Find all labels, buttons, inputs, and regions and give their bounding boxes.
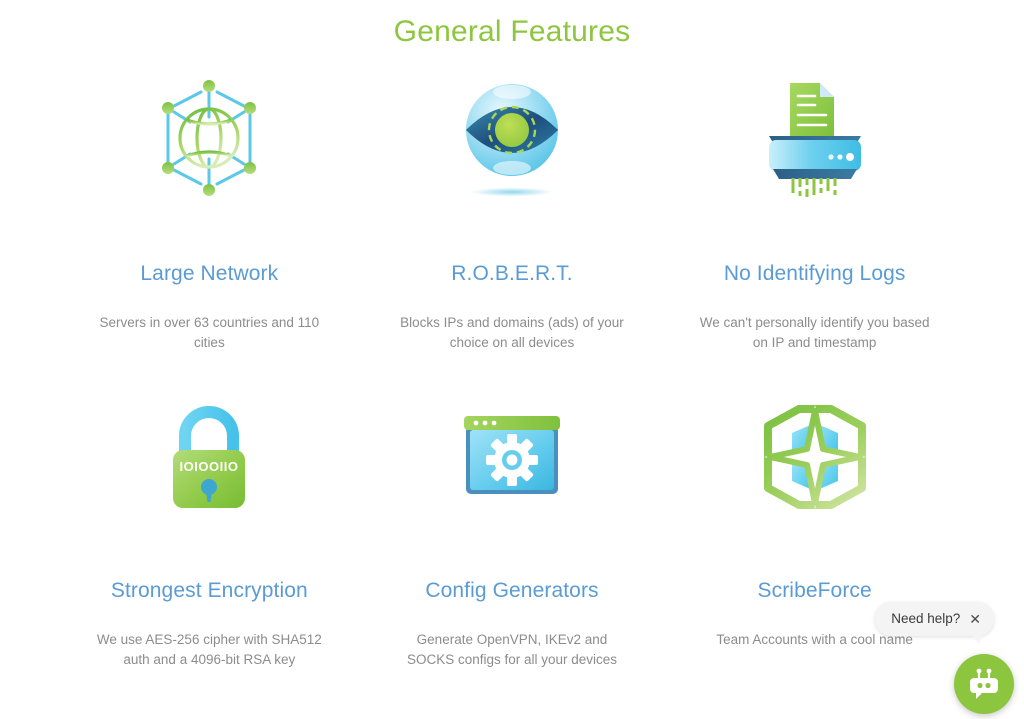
browser-gear-icon (460, 382, 564, 532)
feature-description: Blocks IPs and domains (ads) of your cho… (400, 315, 624, 350)
feature-card-robert[interactable]: R.O.B.E.R.T. Blocks IPs and domains (ads… (361, 57, 664, 380)
feature-card-strongest-encryption[interactable]: IOIOOIIO Strongest Encryption We use AES… (58, 380, 361, 703)
features-grid: Large Network Servers in over 63 countri… (0, 57, 1024, 703)
chat-launcher-button[interactable] (954, 654, 1014, 714)
globe-network-icon (154, 63, 264, 213)
feature-title: Large Network (140, 262, 279, 285)
eye-sphere-icon (457, 63, 567, 213)
paper-shredder-icon (755, 63, 875, 213)
feature-title: Config Generators (425, 579, 599, 602)
feature-title: No Identifying Logs (723, 262, 906, 285)
page-title: General Features (393, 15, 631, 48)
chat-widget: Need help? ✕ (875, 594, 1014, 714)
padlock-binary-icon: IOIOOIIO (159, 382, 259, 532)
compass-star-icon (762, 382, 868, 532)
feature-card-config-generators[interactable]: Config Generators Generate OpenVPN, IKEv… (361, 380, 664, 703)
feature-title: R.O.B.E.R.T. (451, 262, 573, 285)
feature-title: Strongest Encryption (110, 579, 308, 602)
padlock-binary-text: IOIOOIIO (180, 459, 239, 474)
feature-card-large-network[interactable]: Large Network Servers in over 63 countri… (58, 57, 361, 380)
feature-card-no-logs[interactable]: No Identifying Logs We can't personally … (663, 57, 966, 380)
feature-description: We use AES-256 cipher with SHA512 auth a… (96, 632, 322, 667)
close-icon[interactable]: ✕ (969, 612, 981, 626)
chat-robot-icon (970, 668, 998, 699)
feature-title: ScribeForce (757, 579, 872, 602)
feature-description: Generate OpenVPN, IKEv2 and SOCKS config… (406, 632, 618, 667)
feature-description: Servers in over 63 countries and 110 cit… (99, 315, 320, 350)
feature-description: We can't personally identify you based o… (699, 315, 930, 350)
chat-prompt-bubble[interactable]: Need help? ✕ (875, 602, 994, 644)
chat-prompt-text: Need help? (891, 611, 961, 626)
